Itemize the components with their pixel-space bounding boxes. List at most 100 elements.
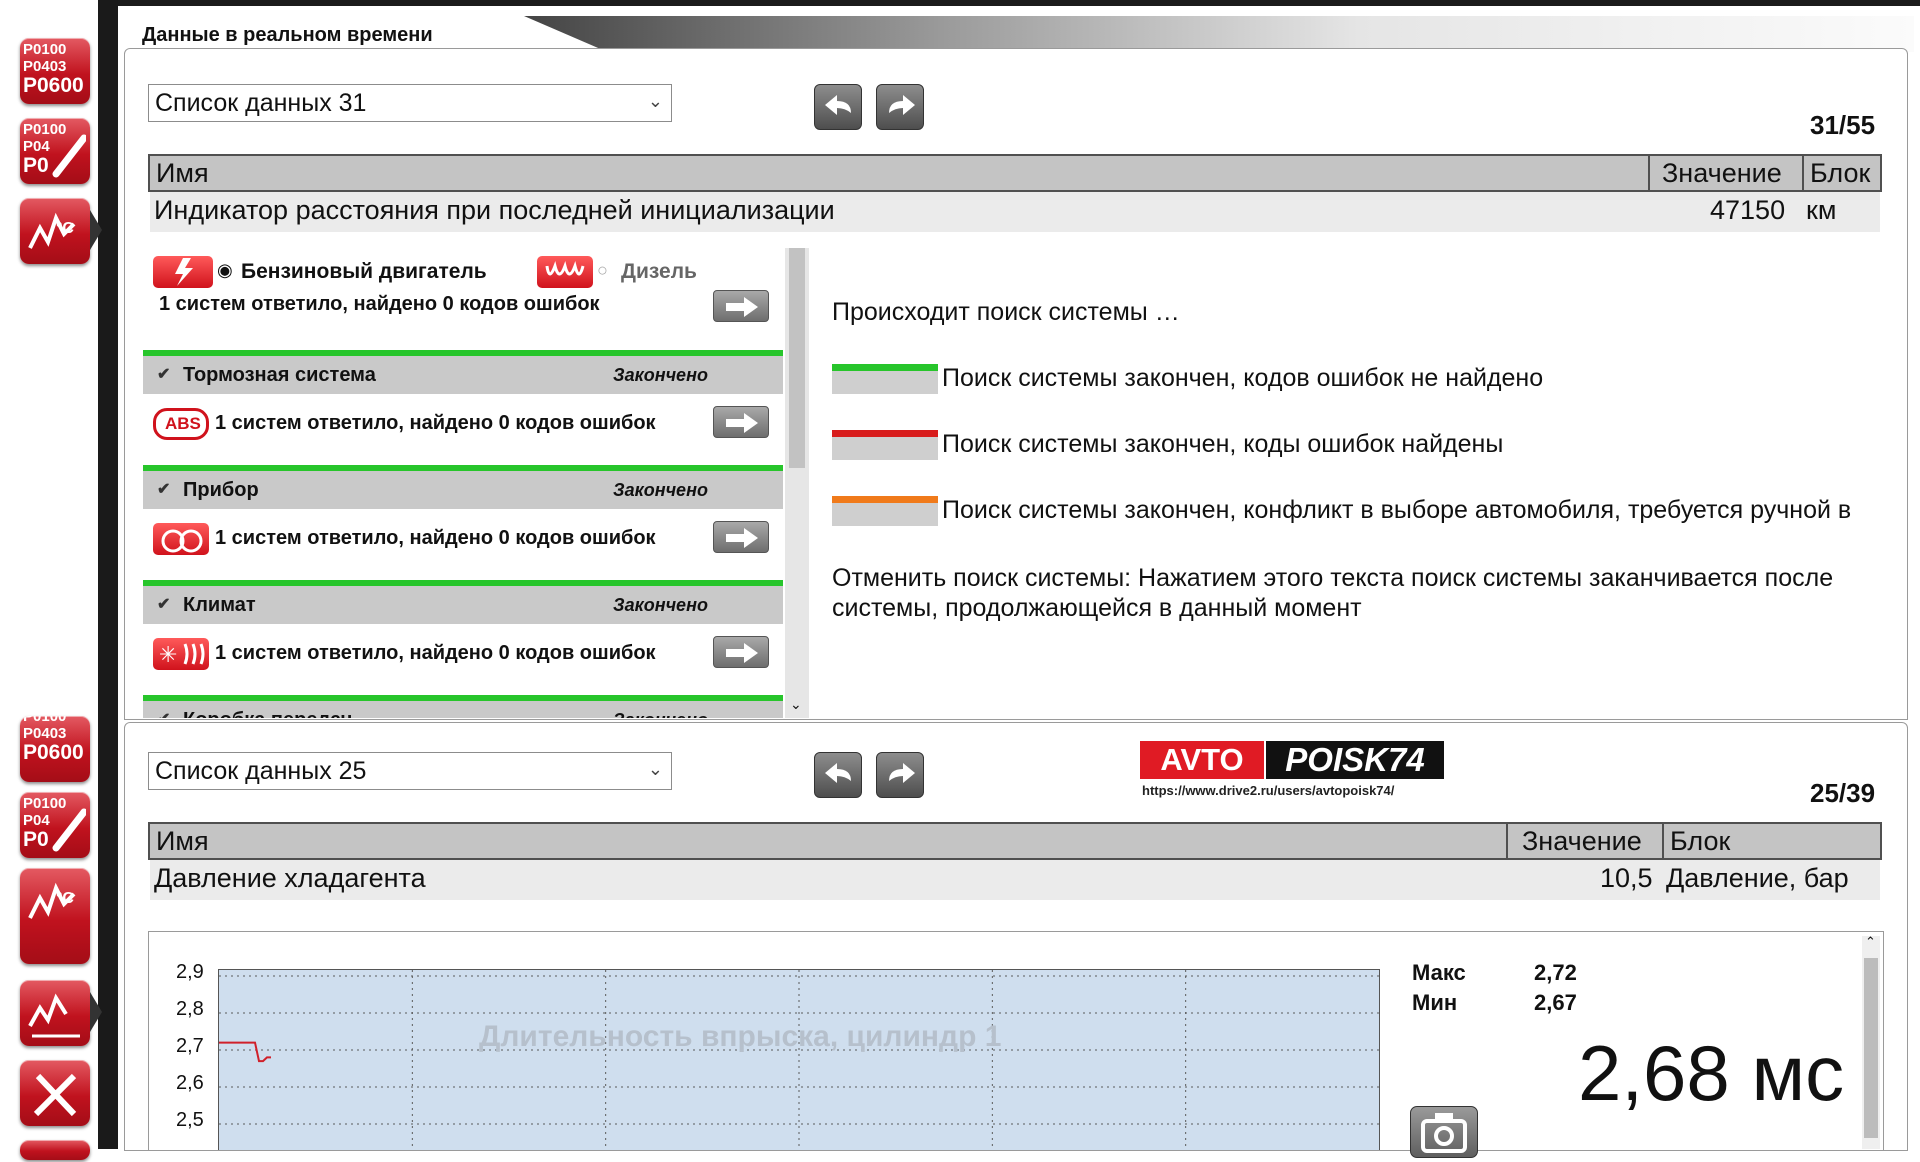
- legend-swatch-orange: [832, 496, 938, 526]
- next-button-2[interactable]: [876, 752, 924, 798]
- open-system-button[interactable]: [713, 406, 769, 438]
- arrow-right-icon: [726, 528, 758, 548]
- fault-codes-tool-2[interactable]: P0100 P0403 P0600: [20, 716, 90, 782]
- max-label: Макс: [1412, 960, 1466, 985]
- y-tick: 2,9: [176, 961, 204, 983]
- tab-live-data[interactable]: Данные в реальном времени: [142, 24, 433, 47]
- svg-text:✳: ✳: [159, 643, 177, 668]
- graph-svg: [219, 970, 1379, 1150]
- open-system-button[interactable]: [713, 636, 769, 668]
- toolbar-divider: [98, 0, 118, 1149]
- chevron-down-icon: ⌄: [647, 759, 663, 779]
- scroll-down-icon[interactable]: ⌄: [790, 696, 802, 713]
- arrow-right-icon: [726, 643, 758, 663]
- table-header: Имя Значение Блок: [148, 154, 1882, 192]
- data-list-select[interactable]: Список данных 31 ⌄: [148, 84, 672, 122]
- service-tool[interactable]: [20, 1060, 90, 1126]
- y-tick: 2,5: [176, 1109, 204, 1131]
- clear-codes-tool-2[interactable]: P0100 P04 P0: [20, 792, 90, 858]
- arrow-left-icon: [825, 763, 851, 783]
- next-tool[interactable]: [20, 1140, 90, 1160]
- legend-swatch-red: [832, 430, 938, 460]
- diesel-radio[interactable]: ○: [597, 260, 608, 281]
- page-counter-2: 25/39: [1810, 778, 1876, 808]
- arrow-right-icon: [889, 763, 915, 783]
- column-value: Значение: [1522, 826, 1642, 856]
- column-name: Имя: [156, 158, 209, 188]
- table-header-2: Имя Значение Блок: [148, 822, 1882, 860]
- diesel-label: Дизель: [621, 260, 697, 283]
- eraser-icon: [52, 134, 86, 178]
- prev-button-2[interactable]: [814, 752, 862, 798]
- check-icon: ✔: [157, 366, 171, 383]
- petrol-label: Бензиновый двигатель: [241, 260, 487, 283]
- snapshot-button[interactable]: [1410, 1106, 1478, 1158]
- live-data-tool-2[interactable]: °C: [20, 868, 90, 964]
- legend-text: Поиск системы закончен, коды ошибок найд…: [942, 430, 1504, 458]
- avtopoisk-logo: AVTO POISK74 https://www.drive2.ru/users…: [1140, 741, 1444, 799]
- wrench-icon: [33, 1073, 77, 1117]
- active-tool-pointer-icon: [90, 210, 102, 250]
- open-system-button[interactable]: [713, 521, 769, 553]
- current-value: 2,68 мс: [1578, 1029, 1845, 1117]
- open-engine-button[interactable]: [713, 290, 769, 322]
- y-tick: 2,8: [176, 998, 204, 1020]
- legend-text: Поиск системы закончен, кодов ошибок не …: [942, 364, 1544, 392]
- glow-plug-icon: [537, 256, 593, 288]
- arrow-right-icon: [889, 95, 915, 115]
- check-icon: ✔: [157, 596, 171, 613]
- graph-scrollbar[interactable]: ⌃: [1862, 934, 1880, 1149]
- column-name: Имя: [156, 826, 209, 856]
- table-row-2[interactable]: Давление хладагента 10,5 Давление, бар: [150, 860, 1880, 900]
- max-value: 2,72: [1534, 960, 1577, 985]
- row-value: 10,5: [1600, 863, 1653, 893]
- clear-codes-tool[interactable]: P0100 P04 P0: [20, 118, 90, 184]
- fault-codes-tool[interactable]: P0100 P0403 P0600: [20, 38, 90, 104]
- arrow-right-icon: [726, 413, 758, 433]
- min-label: Мин: [1412, 990, 1458, 1015]
- check-icon: ✔: [157, 481, 171, 498]
- top-bar: [0, 0, 1920, 6]
- system-block-climate: ✔ Климат Закончено ✳ 1 систем ответило, …: [143, 580, 783, 695]
- system-block-brakes: ✔ Тормозная система Закончено ABS 1 сист…: [143, 350, 783, 465]
- row-unit: км: [1806, 195, 1837, 225]
- system-list-scrollbar[interactable]: ⌄: [785, 248, 809, 718]
- series-line: [219, 1041, 271, 1063]
- graph-settings-icon: [28, 993, 80, 1038]
- system-header[interactable]: ✔ Прибор Закончено: [143, 471, 783, 509]
- system-header[interactable]: ✔ Климат Закончено: [143, 586, 783, 624]
- eraser-icon: [52, 808, 86, 852]
- data-list-select-2[interactable]: Список данных 25 ⌄: [148, 752, 672, 790]
- engine-result: 1 систем ответило, найдено 0 кодов ошибо…: [159, 293, 600, 315]
- camera-icon: [1421, 1113, 1467, 1153]
- graph-tool[interactable]: [20, 980, 90, 1046]
- row-name: Индикатор расстояния при последней иници…: [154, 195, 835, 225]
- tab-header: Данные в реальном времени: [124, 16, 1914, 52]
- row-unit: Давление, бар: [1666, 863, 1849, 893]
- y-tick: 2,6: [176, 1072, 204, 1094]
- prev-button[interactable]: [814, 84, 862, 130]
- graph-title: Длительность впрыска, цилиндр 1: [479, 1020, 1002, 1053]
- check-icon: ✔: [157, 709, 170, 718]
- cancel-search-link[interactable]: Отменить поиск системы: Нажатием этого т…: [832, 564, 1892, 593]
- active-tool-pointer-icon: [90, 992, 102, 1032]
- system-header[interactable]: ✔ Коробка передач Закончено: [143, 701, 783, 718]
- graph-plot-area: Длительность впрыска, цилиндр 1: [218, 969, 1380, 1150]
- arrow-right-icon: [726, 297, 758, 317]
- system-header[interactable]: ✔ Тормозная система Закончено: [143, 356, 783, 394]
- system-block-gearbox: ✔ Коробка передач Закончено: [143, 695, 783, 718]
- table-row[interactable]: Индикатор расстояния при последней иници…: [150, 192, 1880, 232]
- legend-swatch-green: [832, 364, 938, 394]
- engine-block: ◉ Бензиновый двигатель ○ Дизель 1 систем…: [143, 248, 783, 358]
- next-button[interactable]: [876, 84, 924, 130]
- scroll-up-icon[interactable]: ⌃: [1865, 934, 1876, 950]
- cancel-search-link-2[interactable]: системы, продолжающейся в данный момент: [832, 594, 1362, 623]
- row-value: 47150: [1710, 195, 1786, 225]
- min-value: 2,67: [1534, 990, 1577, 1015]
- petrol-radio[interactable]: ◉: [217, 260, 233, 281]
- column-value: Значение: [1662, 158, 1782, 188]
- system-list: ◉ Бензиновый двигатель ○ Дизель 1 систем…: [143, 248, 811, 718]
- column-unit: Блок: [1670, 826, 1731, 856]
- search-status-text: Происходит поиск системы …: [832, 298, 1180, 326]
- live-data-tool[interactable]: °C: [20, 198, 90, 264]
